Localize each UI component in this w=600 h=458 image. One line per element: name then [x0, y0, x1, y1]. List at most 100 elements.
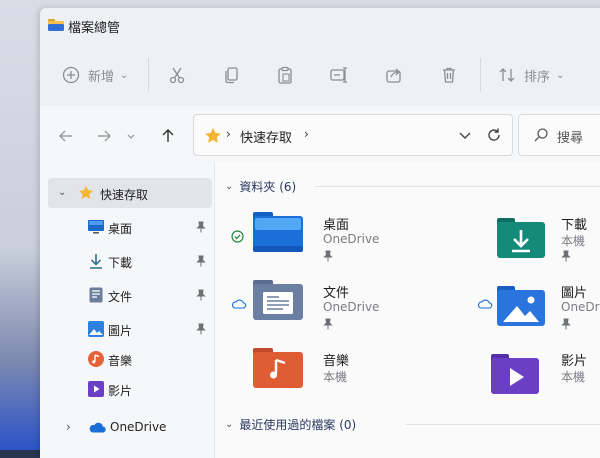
explorer-body: ⌄ 快速存取 桌面 下載 文件 圖片 音樂 影片 › OneDrive ⌄ 資料… [40, 162, 600, 458]
sidebar-item-label: 下載 [108, 256, 133, 270]
folders-group-header[interactable]: ⌄ 資料夾 (6) [225, 178, 296, 195]
folder-tile-downloads[interactable]: 下載 本機 [475, 212, 600, 272]
chevron-right-icon[interactable]: › [66, 420, 71, 434]
new-button[interactable]: 新增 ⌄ [62, 62, 128, 88]
address-path[interactable]: 快速存取 [240, 127, 292, 146]
folder-location: 本機 [561, 234, 586, 248]
toolbar-divider [148, 58, 149, 92]
star-icon [205, 128, 221, 143]
navigation-pane: ⌄ 快速存取 桌面 下載 文件 圖片 音樂 影片 › OneDrive [40, 162, 215, 458]
folder-tile-documents[interactable]: 文件 OneDrive [227, 280, 427, 340]
pin-icon[interactable] [196, 289, 206, 301]
videos-folder-icon [491, 354, 539, 394]
chevron-down-icon: ⌄ [556, 69, 565, 81]
sidebar-item-downloads[interactable]: 下載 [80, 246, 212, 276]
file-explorer-window: 檔案總管 新增 ⌄ 排序 ⌄ › 快速存取 › 搜尋 ⌄ 快速存取 桌面 下載 … [40, 8, 600, 458]
up-button[interactable] [156, 124, 180, 148]
copy-icon [225, 67, 238, 84]
star-icon [79, 185, 93, 199]
sync-check-icon [231, 230, 244, 243]
chevron-down-icon[interactable]: ⌄ [225, 181, 233, 192]
desktop-wallpaper [0, 0, 40, 450]
group-divider [405, 424, 600, 425]
sidebar-item-desktop[interactable]: 桌面 [80, 212, 212, 242]
chevron-down-icon[interactable]: ⌄ [225, 419, 233, 430]
sidebar-item-label: 影片 [108, 384, 133, 398]
sidebar-item-onedrive[interactable]: › OneDrive [48, 412, 212, 442]
cloud-icon [89, 422, 106, 433]
sidebar-item-documents[interactable]: 文件 [80, 280, 212, 310]
sidebar-item-label: 圖片 [108, 324, 133, 338]
folder-location: OneDrive [561, 300, 600, 314]
folder-tile-desktop[interactable]: 桌面 OneDrive [227, 212, 427, 272]
title-bar[interactable]: 檔案總管 [40, 8, 600, 42]
plus-circle-icon [62, 66, 80, 84]
pin-icon[interactable] [196, 221, 206, 233]
desktop-icon [88, 220, 104, 234]
pin-icon [323, 318, 333, 330]
sidebar-item-pictures[interactable]: 圖片 [80, 314, 212, 344]
delete-button[interactable] [440, 62, 458, 88]
window-title: 檔案總管 [68, 21, 121, 36]
sidebar-item-label: 音樂 [108, 354, 133, 368]
pictures-folder-icon [497, 286, 545, 326]
back-button[interactable] [54, 124, 78, 148]
navigation-bar: › 快速存取 › 搜尋 [40, 106, 600, 162]
chevron-down-icon[interactable] [458, 128, 472, 142]
search-input[interactable]: 搜尋 [557, 127, 583, 146]
share-button[interactable] [385, 62, 403, 88]
refresh-icon[interactable] [486, 127, 502, 143]
chevron-right-icon[interactable]: › [304, 127, 309, 141]
sort-icon [499, 68, 515, 82]
copy-button[interactable] [223, 62, 241, 88]
group-divider [315, 186, 600, 187]
sidebar-item-quick-access[interactable]: ⌄ 快速存取 [48, 178, 212, 208]
paste-button[interactable] [276, 62, 294, 88]
recent-files-group-header[interactable]: ⌄ 最近使用過的檔案 (0) [225, 416, 356, 433]
pin-icon[interactable] [196, 255, 206, 267]
pin-icon[interactable] [196, 323, 206, 335]
folder-name: 文件 [323, 286, 350, 301]
toolbar-divider [480, 58, 481, 92]
pin-icon [323, 250, 333, 262]
chevron-down-icon: ⌄ [120, 69, 129, 81]
recent-locations-button[interactable] [124, 124, 138, 148]
folder-name: 影片 [561, 354, 588, 369]
folder-tile-music[interactable]: 音樂 本機 [227, 348, 427, 408]
folder-name: 桌面 [323, 218, 350, 233]
new-button-label: 新增 [88, 69, 115, 85]
document-icon [89, 287, 103, 303]
address-bar[interactable]: › 快速存取 › [193, 114, 513, 156]
sort-button[interactable]: 排序 ⌄ [498, 62, 564, 88]
folder-tile-videos[interactable]: 影片 本機 [475, 348, 600, 408]
pin-icon [561, 318, 571, 330]
sidebar-item-label: 快速存取 [100, 188, 149, 202]
forward-button[interactable] [92, 124, 116, 148]
sidebar-item-label: 桌面 [108, 222, 133, 236]
pin-icon [561, 250, 571, 262]
music-folder-icon [253, 348, 303, 388]
chevron-down-icon[interactable]: ⌄ [58, 187, 66, 198]
folder-tile-pictures[interactable]: 圖片 OneDrive [475, 280, 600, 340]
chevron-down-icon [127, 134, 135, 139]
folder-location: 本機 [323, 370, 348, 384]
download-icon [90, 254, 102, 269]
folder-name: 音樂 [323, 354, 350, 369]
arrow-up-icon [162, 129, 174, 142]
folder-location: OneDrive [323, 232, 380, 246]
search-icon [534, 128, 548, 142]
folder-app-icon [48, 19, 64, 31]
search-box[interactable]: 搜尋 [518, 114, 600, 156]
rename-button[interactable] [330, 62, 350, 88]
sort-button-label: 排序 [524, 69, 551, 85]
sidebar-item-videos[interactable]: 影片 [80, 374, 212, 404]
recent-files-group-title: 最近使用過的檔案 (0) [239, 418, 357, 432]
trash-icon [443, 67, 455, 83]
folders-group-title: 資料夾 (6) [239, 180, 297, 194]
cloud-status-icon [477, 299, 493, 309]
pictures-icon [88, 321, 104, 337]
folder-location: 本機 [561, 370, 586, 384]
chevron-right-icon: › [226, 127, 231, 141]
cut-button[interactable] [168, 62, 186, 88]
sidebar-item-music[interactable]: 音樂 [80, 344, 212, 374]
